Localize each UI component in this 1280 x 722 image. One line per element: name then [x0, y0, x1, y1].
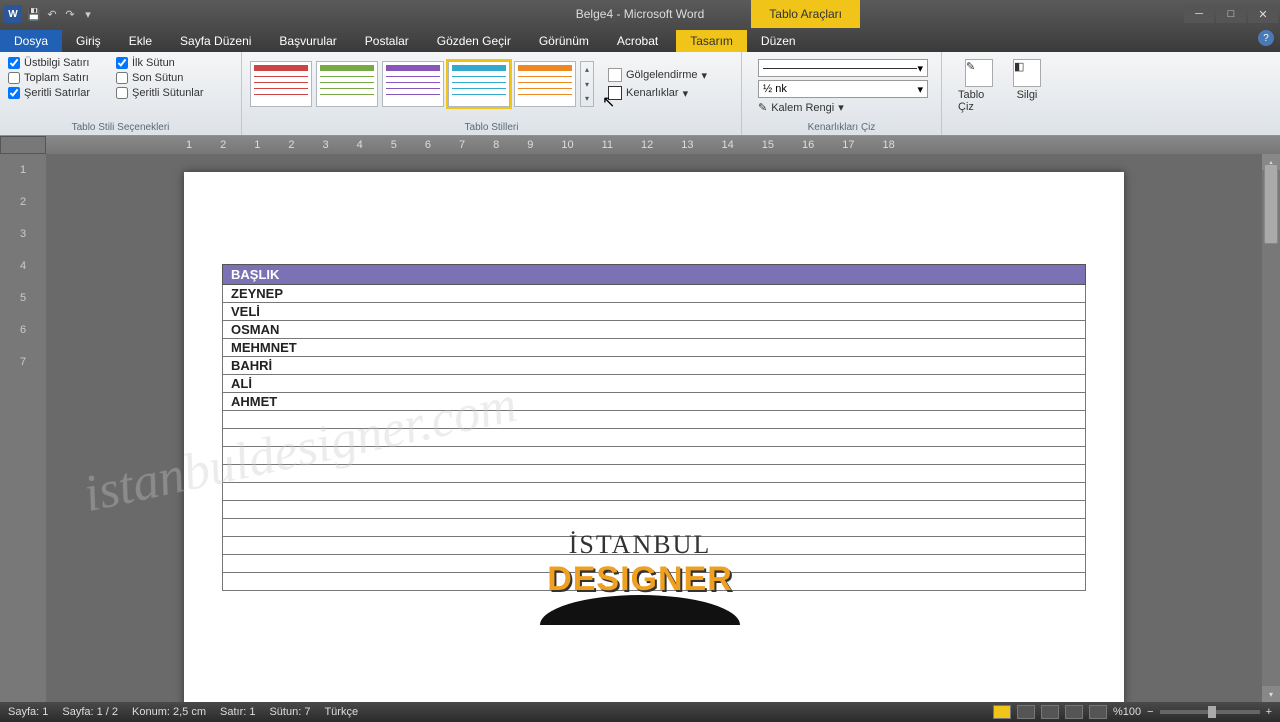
group-label-styleoptions: Tablo Stili Seçenekleri — [0, 122, 241, 133]
ruler-horizontal: 12123456789101112131415161718 — [0, 136, 1280, 154]
check-banded-cols[interactable]: Şeritli Sütunlar — [116, 87, 214, 99]
table-style-4[interactable] — [448, 61, 510, 107]
quick-access-toolbar: 💾 ↶ ↷ ▾ — [26, 6, 96, 22]
tab-mailings[interactable]: Postalar — [351, 30, 423, 52]
tab-review[interactable]: Gözden Geçir — [423, 30, 525, 52]
status-bar: Sayfa: 1 Sayfa: 1 / 2 Konum: 2,5 cm Satı… — [0, 702, 1280, 722]
table-cell[interactable]: ALİ — [223, 375, 1086, 393]
ruler-vertical: 1234567 — [0, 154, 46, 702]
help-icon[interactable]: ? — [1258, 30, 1274, 46]
save-icon[interactable]: 💾 — [26, 6, 42, 22]
tab-view[interactable]: Görünüm — [525, 30, 603, 52]
table-cell[interactable]: ZEYNEP — [223, 285, 1086, 303]
close-button[interactable]: ✕ — [1248, 5, 1278, 23]
document-area[interactable]: BAŞLIK ZEYNEP VELİ OSMAN MEHMNET BAHRİ A… — [46, 154, 1262, 702]
table-cell[interactable] — [223, 573, 1086, 591]
table-cell[interactable] — [223, 465, 1086, 483]
check-banded-rows[interactable]: Şeritli Satırlar — [8, 87, 106, 99]
context-tab-label: Tablo Araçları — [751, 0, 860, 28]
status-lang[interactable]: Türkçe — [324, 706, 358, 718]
line-weight-selector[interactable]: ½ nk▾ — [758, 80, 928, 98]
table-cell[interactable] — [223, 447, 1086, 465]
tab-home[interactable]: Giriş — [62, 30, 115, 52]
group-label-tablestyles: Tablo Stilleri — [242, 122, 741, 133]
scrollbar-vertical[interactable]: ▴ ▾ — [1262, 154, 1280, 702]
tab-insert[interactable]: Ekle — [115, 30, 166, 52]
table-cell[interactable] — [223, 411, 1086, 429]
ribbon-tabs: Dosya Giriş Ekle Sayfa Düzeni Başvurular… — [0, 28, 1280, 52]
pen-color-button[interactable]: ✎Kalem Rengi ▾ — [758, 101, 925, 114]
zoom-slider[interactable] — [1160, 710, 1260, 714]
table-cell[interactable] — [223, 483, 1086, 501]
draw-table-button[interactable]: ✎Tablo Çiz — [958, 59, 1000, 113]
line-style-selector[interactable]: ▾ — [758, 59, 928, 77]
redo-icon[interactable]: ↷ — [62, 6, 78, 22]
minimize-button[interactable]: ─ — [1184, 5, 1214, 23]
view-outline[interactable] — [1065, 705, 1083, 719]
tab-file[interactable]: Dosya — [0, 30, 62, 52]
table-styles-more[interactable]: ▴▾▾ — [580, 61, 594, 107]
table-cell[interactable]: AHMET — [223, 393, 1086, 411]
chevron-down-icon: ▾ — [683, 87, 689, 100]
status-pages[interactable]: Sayfa: 1 / 2 — [62, 706, 118, 718]
table-cell[interactable]: VELİ — [223, 303, 1086, 321]
word-icon: W — [4, 5, 22, 23]
status-position[interactable]: Konum: 2,5 cm — [132, 706, 206, 718]
view-web[interactable] — [1041, 705, 1059, 719]
status-column[interactable]: Sütun: 7 — [269, 706, 310, 718]
table-style-1[interactable] — [250, 61, 312, 107]
check-last-col[interactable]: Son Sütun — [116, 72, 214, 84]
qat-more-icon[interactable]: ▾ — [80, 6, 96, 22]
scroll-down-icon[interactable]: ▾ — [1262, 686, 1280, 702]
page: BAŞLIK ZEYNEP VELİ OSMAN MEHMNET BAHRİ A… — [184, 172, 1124, 702]
table-cell[interactable] — [223, 537, 1086, 555]
check-total-row[interactable]: Toplam Satırı — [8, 72, 106, 84]
window-title: Belge4 - Microsoft Word — [576, 7, 705, 21]
scroll-thumb[interactable] — [1264, 164, 1278, 244]
chevron-down-icon: ▾ — [702, 69, 708, 82]
view-fullscreen[interactable] — [1017, 705, 1035, 719]
zoom-in-icon[interactable]: + — [1266, 706, 1272, 718]
borders-button[interactable]: Kenarlıklar ▾ — [608, 86, 707, 100]
table-cell[interactable] — [223, 429, 1086, 447]
table-cell[interactable]: MEHMNET — [223, 339, 1086, 357]
check-first-col[interactable]: İlk Sütun — [116, 57, 214, 69]
table-style-5[interactable] — [514, 61, 576, 107]
tab-layout[interactable]: Düzen — [747, 30, 810, 52]
tab-design[interactable]: Tasarım — [676, 30, 747, 52]
table-cell[interactable]: OSMAN — [223, 321, 1086, 339]
status-zoom[interactable]: %100 — [1113, 706, 1141, 718]
view-draft[interactable] — [1089, 705, 1107, 719]
maximize-button[interactable]: □ — [1216, 5, 1246, 23]
tab-acrobat[interactable]: Acrobat — [603, 30, 672, 52]
eraser-button[interactable]: ◧Silgi — [1006, 59, 1048, 101]
table-cell[interactable]: BAHRİ — [223, 357, 1086, 375]
status-line[interactable]: Satır: 1 — [220, 706, 255, 718]
document-table[interactable]: BAŞLIK ZEYNEP VELİ OSMAN MEHMNET BAHRİ A… — [222, 264, 1086, 591]
tab-references[interactable]: Başvurular — [265, 30, 350, 52]
table-cell[interactable] — [223, 501, 1086, 519]
table-cell[interactable] — [223, 555, 1086, 573]
table-style-3[interactable] — [382, 61, 444, 107]
status-page[interactable]: Sayfa: 1 — [8, 706, 48, 718]
table-cell[interactable] — [223, 519, 1086, 537]
shading-button[interactable]: Gölgelendirme ▾ — [608, 68, 707, 82]
zoom-out-icon[interactable]: − — [1147, 706, 1153, 718]
table-header[interactable]: BAŞLIK — [223, 265, 1086, 285]
group-label-drawborders: Kenarlıkları Çiz — [742, 122, 941, 133]
tab-pagelayout[interactable]: Sayfa Düzeni — [166, 30, 265, 52]
ribbon: Üstbilgi Satırı İlk Sütun Toplam Satırı … — [0, 52, 1280, 136]
table-style-2[interactable] — [316, 61, 378, 107]
undo-icon[interactable]: ↶ — [44, 6, 60, 22]
view-print-layout[interactable] — [993, 705, 1011, 719]
check-header-row[interactable]: Üstbilgi Satırı — [8, 57, 106, 69]
title-bar: W 💾 ↶ ↷ ▾ Belge4 - Microsoft Word Tablo … — [0, 0, 1280, 28]
